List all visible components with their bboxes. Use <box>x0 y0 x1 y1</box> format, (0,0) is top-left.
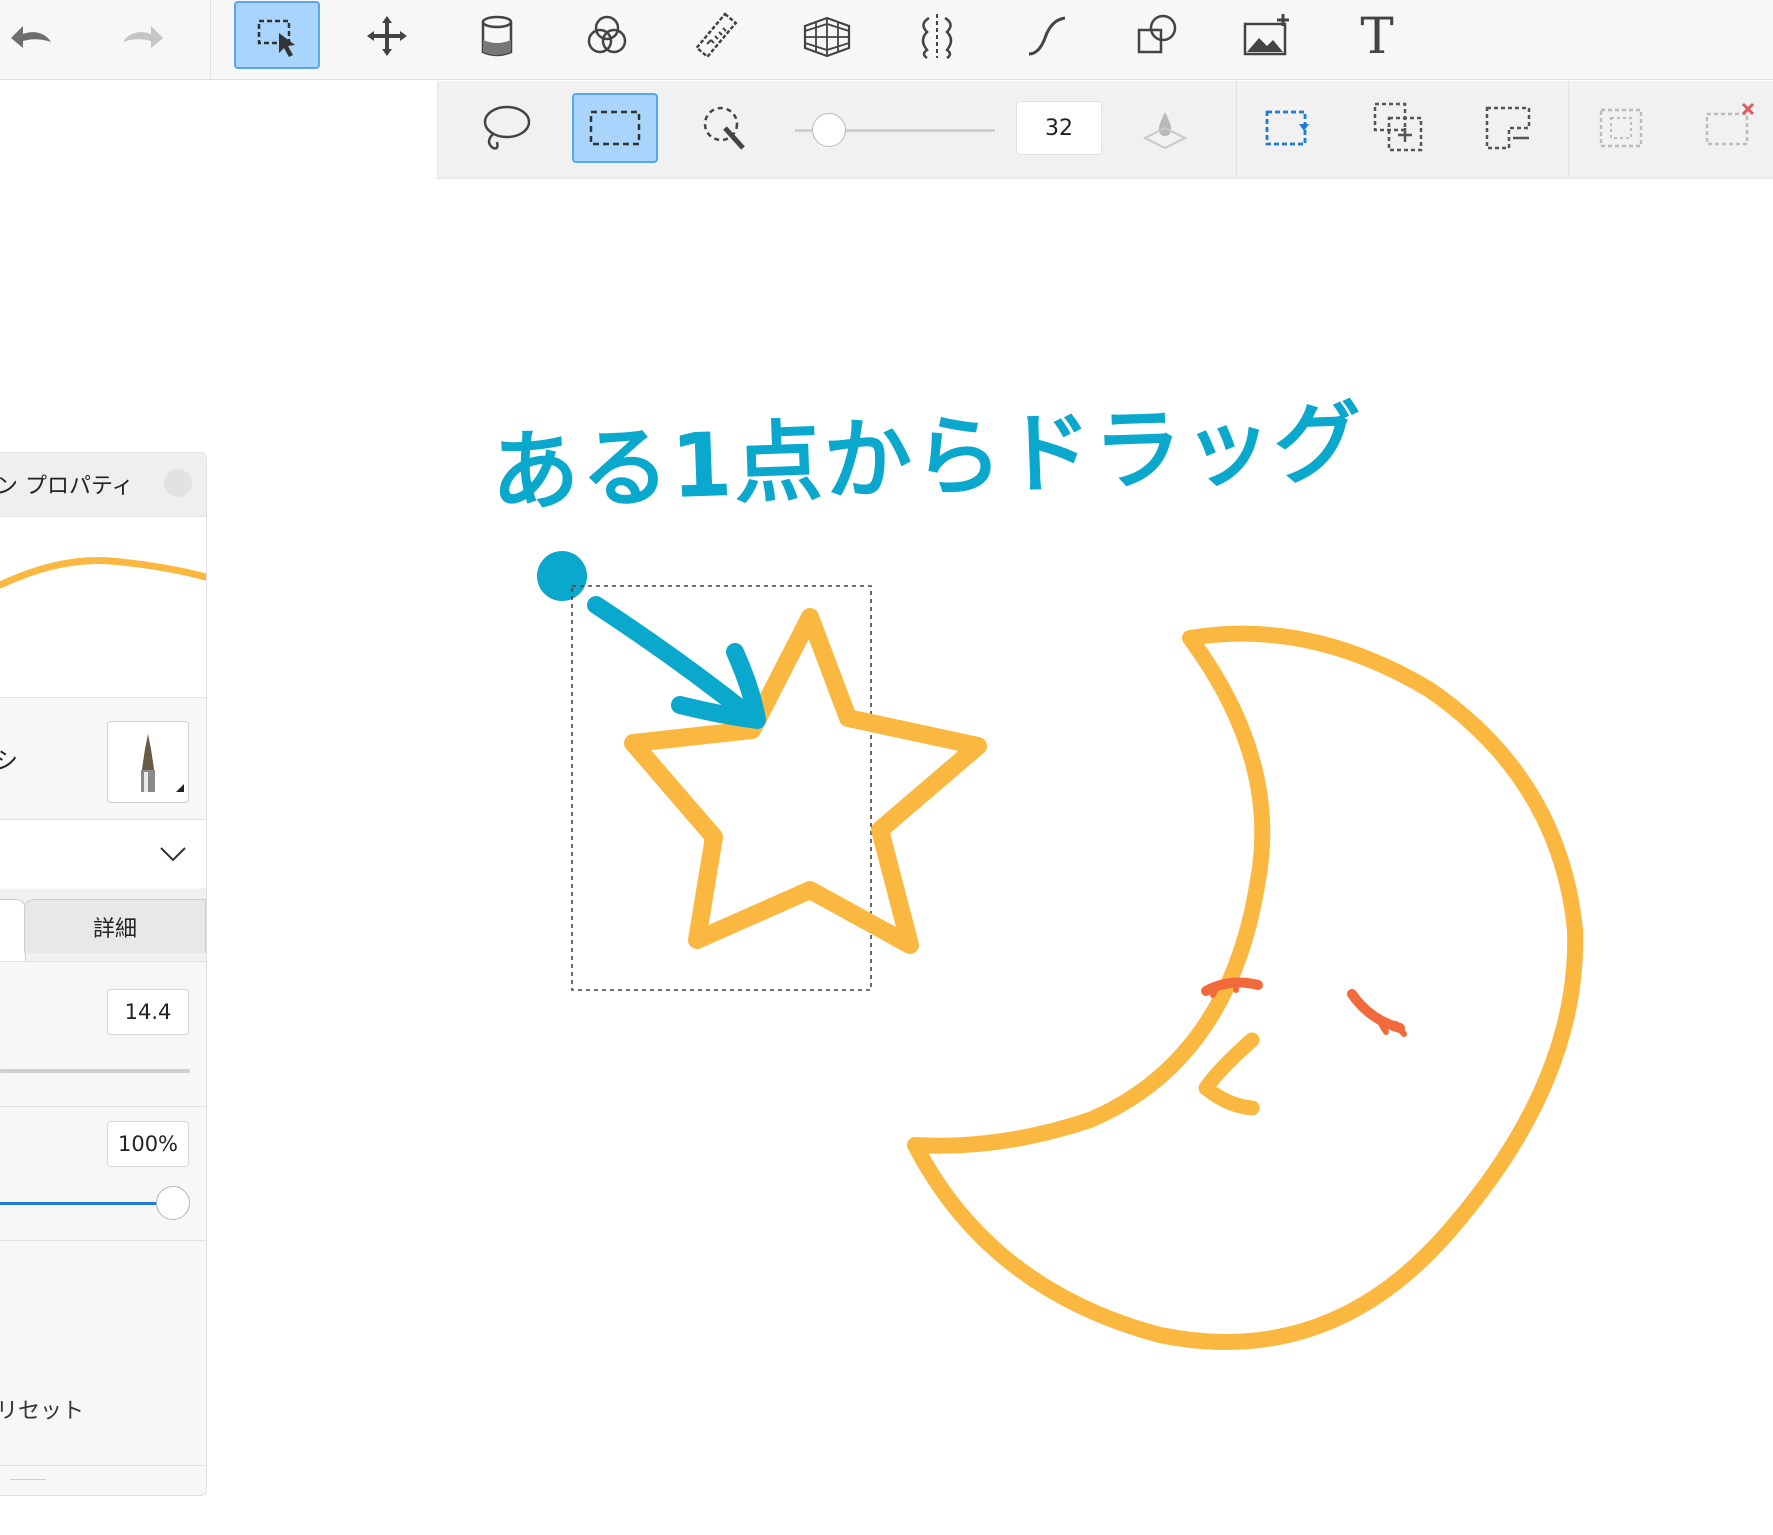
add-image-button[interactable] <box>1224 2 1310 70</box>
opacity-slider-track[interactable] <box>0 1202 172 1205</box>
symmetry-icon <box>921 14 953 60</box>
chevron-down-icon <box>160 847 186 862</box>
stroke-preview-curve <box>0 557 206 589</box>
pen-nib-icon <box>141 734 184 792</box>
ruler-icon <box>694 12 738 59</box>
brush-category-dropdown[interactable] <box>0 820 206 888</box>
ruler-button[interactable] <box>674 2 760 70</box>
shape-button[interactable] <box>1114 2 1200 70</box>
drag-arrow <box>587 596 759 725</box>
undo-icon <box>11 26 51 48</box>
rectangle-select-icon <box>589 110 641 146</box>
stroke-preview <box>0 517 206 697</box>
size-slider-track[interactable] <box>0 1069 190 1073</box>
tab-detail[interactable]: 詳細 <box>24 899 206 953</box>
brush-size-field[interactable]: 32 <box>1016 101 1102 155</box>
blend-circles-icon <box>587 15 627 54</box>
opacity-slider-thumb[interactable] <box>156 1186 190 1220</box>
curve-button[interactable] <box>1004 2 1090 70</box>
moon-eye-left <box>1201 977 1263 996</box>
blend-button[interactable] <box>564 2 650 70</box>
select-subtract-button[interactable] <box>1466 93 1552 163</box>
select-invert-icon <box>1599 108 1643 148</box>
symmetry-button[interactable] <box>894 2 980 70</box>
select-replace-button[interactable] <box>1246 93 1332 163</box>
add-image-icon <box>1243 14 1289 56</box>
select-clear-button[interactable] <box>1686 93 1772 163</box>
select-subtract-icon <box>1485 106 1531 150</box>
select-invert-button[interactable] <box>1578 93 1664 163</box>
select-add-icon <box>1373 102 1423 152</box>
moon-drawing <box>907 625 1584 1350</box>
drawing-canvas: ある1点からドラッグ <box>489 391 1584 1350</box>
select-clear-icon <box>1705 102 1755 146</box>
fill-button[interactable] <box>454 2 540 70</box>
magic-wand-icon <box>703 106 745 150</box>
select-add-button[interactable] <box>1356 93 1442 163</box>
selection-options-bar: 32 <box>437 81 1773 179</box>
select-replace-icon <box>1265 110 1309 146</box>
undo-button[interactable] <box>0 2 76 70</box>
text-tool-button[interactable]: T <box>1334 2 1420 70</box>
selection-marquee <box>571 585 872 991</box>
tab-basic[interactable] <box>0 899 26 961</box>
water-drop-icon <box>1142 112 1188 150</box>
selection-tool-icon <box>257 19 295 57</box>
redo-icon <box>123 26 163 48</box>
panel-tabs: 詳細 <box>0 889 206 961</box>
drag-start-dot <box>537 551 587 601</box>
panel-title: ン プロパティ <box>0 474 134 499</box>
magic-wand-button[interactable] <box>682 93 768 163</box>
drag-arrow-head <box>671 643 766 729</box>
lasso-select-button[interactable] <box>462 93 548 163</box>
move-icon <box>367 16 407 56</box>
star-drawing <box>624 608 987 954</box>
shape-icon <box>1137 14 1177 54</box>
brush-label: シ <box>0 741 18 776</box>
main-toolbar: T <box>0 0 1773 80</box>
opacity-value[interactable]: 100% <box>107 1121 189 1167</box>
lasso-select-icon <box>483 105 531 150</box>
redo-button[interactable] <box>98 2 184 70</box>
fill-bucket-icon <box>481 15 513 57</box>
handwritten-annotation: ある1点からドラッグ <box>489 391 1365 524</box>
curve-icon <box>1028 16 1066 56</box>
brush-properties-panel: ン プロパティ シ 詳細 14.4 100% リセット <box>0 452 207 1496</box>
rectangle-select-button[interactable] <box>572 93 658 163</box>
perspective-button[interactable] <box>784 2 870 70</box>
brush-size-slider-thumb[interactable] <box>812 113 846 147</box>
feather-button[interactable] <box>1122 93 1208 163</box>
move-button[interactable] <box>344 2 430 70</box>
brush-thumbnail[interactable] <box>107 721 189 803</box>
panel-header: ン プロパティ <box>0 453 206 517</box>
panel-close-button[interactable] <box>164 469 192 497</box>
text-tool-icon: T <box>1360 7 1394 65</box>
perspective-grid-icon <box>803 16 851 58</box>
reset-button[interactable]: リセット <box>0 1393 84 1425</box>
brush-size-value[interactable]: 14.4 <box>107 989 189 1035</box>
moon-eye-right <box>1347 989 1405 1033</box>
selection-tool-button[interactable] <box>234 1 320 69</box>
moon-mouth <box>1198 1032 1260 1116</box>
